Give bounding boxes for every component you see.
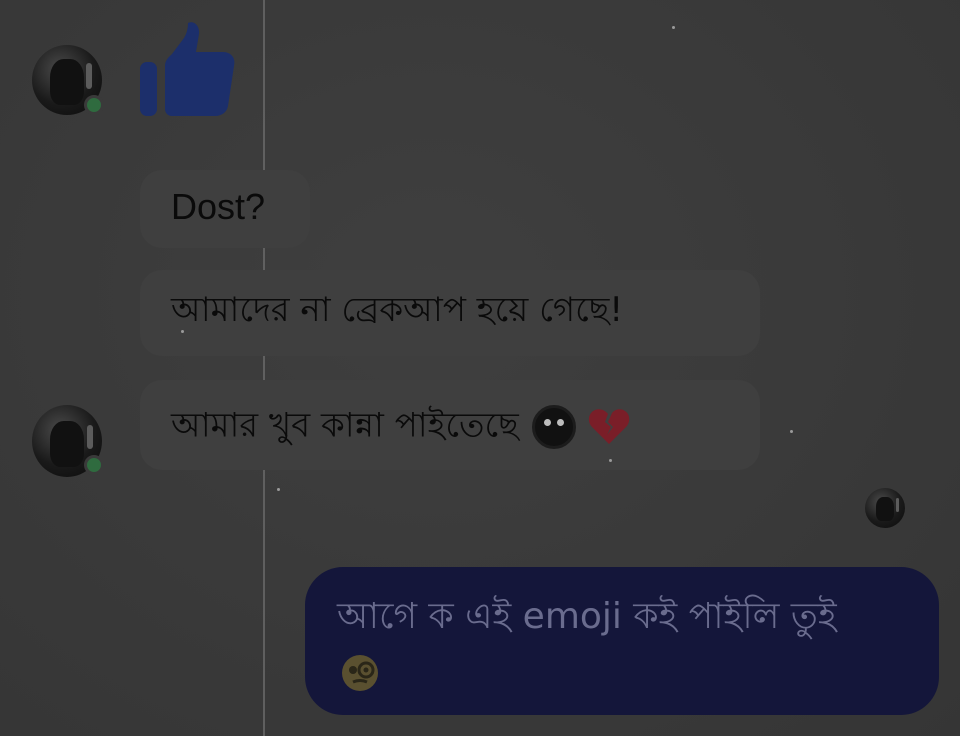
avatar-highlight: [87, 425, 93, 449]
incoming-message: Dost?: [171, 186, 266, 227]
noise-speck: [277, 488, 280, 491]
outgoing-message: আগে ক এই emoji কই পাইলি তুই: [337, 596, 837, 637]
incoming-message-row: আমার খুব কান্না পাইতেছে: [171, 405, 630, 449]
incoming-message: আমাদের না ব্রেকআপ হয়ে গেছে!: [171, 290, 624, 330]
contact-avatar[interactable]: [32, 405, 104, 477]
avatar-silhouette: [50, 421, 84, 467]
chat-thread: Dost? আমাদের না ব্রেকআপ হয়ে গেছে! আমার …: [0, 0, 960, 736]
noise-speck: [672, 26, 675, 29]
outgoing-bubble[interactable]: [305, 567, 939, 715]
broken-heart-icon: [589, 409, 630, 444]
online-status-dot: [84, 455, 104, 475]
avatar-silhouette: [50, 59, 84, 105]
noise-speck: [181, 330, 184, 333]
dark-face-emoji-icon: [531, 405, 576, 449]
incoming-message: আমার খুব কান্না পাইতেছে: [171, 405, 519, 446]
thumbs-up-icon[interactable]: [138, 20, 238, 120]
face-with-monocle-icon: [342, 655, 378, 691]
noise-speck: [790, 430, 793, 433]
avatar-silhouette: [876, 497, 894, 521]
seen-avatar-icon: [865, 488, 905, 528]
noise-speck: [609, 459, 612, 462]
vertical-divider: [263, 0, 265, 736]
avatar-highlight: [896, 498, 899, 512]
contact-avatar[interactable]: [32, 45, 104, 115]
online-status-dot: [84, 95, 104, 115]
avatar-highlight: [86, 63, 92, 89]
